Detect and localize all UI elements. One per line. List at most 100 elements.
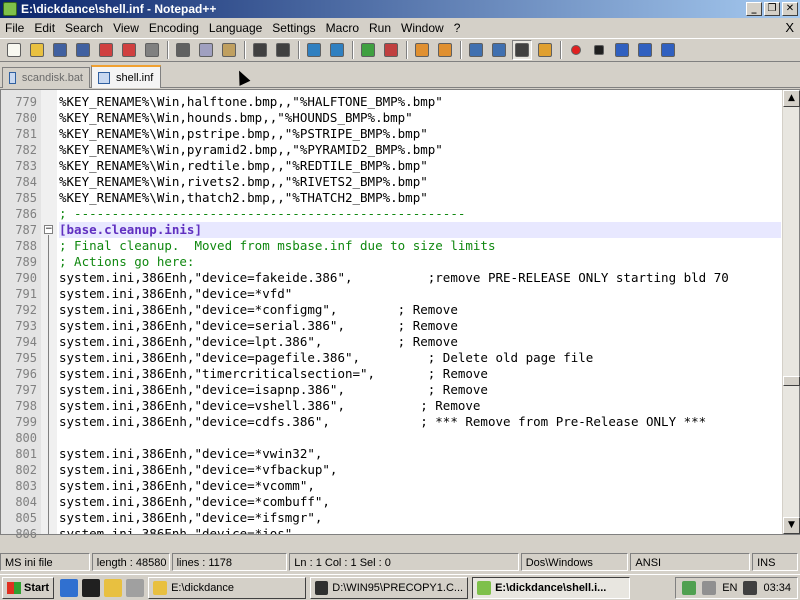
desktop-quicklaunch-icon[interactable] <box>126 578 145 597</box>
menu-window[interactable]: Window <box>396 18 449 38</box>
menu-file[interactable]: File <box>0 18 29 38</box>
code-line[interactable]: %KEY_RENAME%\Win,pyramid2.bmp,,"%PYRAMID… <box>59 142 781 158</box>
minimize-button[interactable]: _ <box>746 2 762 16</box>
scroll-up-button[interactable]: ▲ <box>783 90 800 107</box>
macro-panel-button[interactable] <box>535 40 555 60</box>
menu-macro[interactable]: Macro <box>321 18 364 38</box>
code-line[interactable]: %KEY_RENAME%\Win,hounds.bmp,,"%HOUNDS_BM… <box>59 110 781 126</box>
close-icon <box>99 43 113 57</box>
sync-h-button[interactable] <box>435 40 455 60</box>
code-line[interactable]: %KEY_RENAME%\Win,rivets2.bmp,,"%RIVETS2_… <box>59 174 781 190</box>
code-line[interactable]: system.ini,386Enh,"device=*combuff", <box>59 494 781 510</box>
close-all-button[interactable] <box>119 40 139 60</box>
code-line[interactable]: system.ini,386Enh,"device=*vcomm", <box>59 478 781 494</box>
zoom-out-button[interactable] <box>381 40 401 60</box>
task-explorer[interactable]: E:\dickdance <box>148 576 307 599</box>
app-tray-icon[interactable] <box>743 581 758 595</box>
code-line[interactable]: system.ini,386Enh,"timercriticalsection=… <box>59 366 781 382</box>
task-notepadpp[interactable]: E:\dickdance\shell.i... <box>472 576 631 599</box>
code-line[interactable]: %KEY_RENAME%\Win,redtile.bmp,,"%REDTILE_… <box>59 158 781 174</box>
code-line[interactable]: [base.cleanup.inis] <box>59 222 781 238</box>
new-file-icon <box>7 43 21 57</box>
save-button[interactable] <box>50 40 70 60</box>
dos-prompt-quicklaunch-icon[interactable] <box>82 578 101 597</box>
menu-edit[interactable]: Edit <box>29 18 60 38</box>
code-line[interactable]: %KEY_RENAME%\Win,thatch2.bmp,,"%THATCH2_… <box>59 190 781 206</box>
code-line[interactable]: %KEY_RENAME%\Win,pstripe.bmp,,"%PSTRIPE_… <box>59 126 781 142</box>
title-bar[interactable]: E:\dickdance\shell.inf - Notepad++ _ ❐ ✕ <box>0 0 800 18</box>
print-button[interactable] <box>142 40 162 60</box>
vertical-scrollbar[interactable]: ▲ ▼ <box>782 90 800 534</box>
paste-button[interactable] <box>219 40 239 60</box>
redo-button[interactable] <box>273 40 293 60</box>
sync-v-button[interactable] <box>412 40 432 60</box>
scroll-down-button[interactable]: ▼ <box>783 517 800 534</box>
code-line[interactable]: system.ini,386Enh,"device=*vwin32", <box>59 446 781 462</box>
fold-margin[interactable]: − <box>41 90 57 534</box>
ie-quicklaunch-icon[interactable] <box>60 578 79 597</box>
replace-icon <box>330 43 344 57</box>
zoom-in-button[interactable] <box>358 40 378 60</box>
line-number: 792 <box>15 303 37 317</box>
menu-view[interactable]: View <box>108 18 144 38</box>
code-line[interactable]: %KEY_RENAME%\Win,halftone.bmp,,"%HALFTON… <box>59 94 781 110</box>
status-mode: INS <box>752 553 799 571</box>
save-all-button[interactable] <box>73 40 93 60</box>
code-line[interactable]: system.ini,386Enh,"device=*ios", <box>59 526 781 534</box>
maximize-button[interactable]: ❐ <box>764 2 780 16</box>
tab-shell-inf[interactable]: shell.inf <box>91 65 161 88</box>
save-macro-button[interactable] <box>658 40 678 60</box>
drive-icon[interactable] <box>702 581 717 595</box>
close-document-icon[interactable]: X <box>785 18 794 38</box>
undo-button[interactable] <box>250 40 270 60</box>
code-line[interactable]: system.ini,386Enh,"device=vshell.386", ;… <box>59 398 781 414</box>
open-file-button[interactable] <box>27 40 47 60</box>
record-macro-button[interactable] <box>566 40 586 60</box>
stop-macro-button[interactable] <box>589 40 609 60</box>
code-line[interactable]: system.ini,386Enh,"device=fakeide.386", … <box>59 270 781 286</box>
editor-text[interactable]: %KEY_RENAME%\Win,halftone.bmp,,"%HALFTON… <box>59 90 781 534</box>
menu-help[interactable]: ? <box>449 18 466 38</box>
replace-button[interactable] <box>327 40 347 60</box>
close-button[interactable] <box>96 40 116 60</box>
code-line[interactable]: ; Final cleanup. Moved from msbase.inf d… <box>59 238 781 254</box>
task-dos-prompt[interactable]: D:\WIN95\PRECOPY1.C... <box>310 576 469 599</box>
copy-button[interactable] <box>196 40 216 60</box>
cut-button[interactable] <box>173 40 193 60</box>
code-line[interactable]: system.ini,386Enh,"device=pagefile.386",… <box>59 350 781 366</box>
play-macro-button[interactable] <box>612 40 632 60</box>
start-button[interactable]: Start <box>2 576 55 599</box>
menu-language[interactable]: Language <box>204 18 267 38</box>
code-line[interactable]: system.ini,386Enh,"device=*ifsmgr", <box>59 510 781 526</box>
code-line[interactable] <box>59 430 781 446</box>
explorer-quicklaunch-icon[interactable] <box>104 578 123 597</box>
close-button[interactable]: ✕ <box>782 2 798 16</box>
menu-search[interactable]: Search <box>60 18 108 38</box>
tab-scandisk-bat[interactable]: scandisk.bat <box>2 67 90 88</box>
line-number: 787 <box>15 223 37 237</box>
code-line[interactable]: system.ini,386Enh,"device=isapnp.386", ;… <box>59 382 781 398</box>
fold-toggle-icon[interactable]: − <box>44 225 53 234</box>
menu-settings[interactable]: Settings <box>267 18 320 38</box>
find-button[interactable] <box>304 40 324 60</box>
word-wrap-button[interactable] <box>466 40 486 60</box>
code-line[interactable]: ; --------------------------------------… <box>59 206 781 222</box>
code-line[interactable]: ; Actions go here: <box>59 254 781 270</box>
indent-guide-button[interactable] <box>512 40 532 60</box>
network-icon[interactable] <box>682 581 697 595</box>
scroll-thumb[interactable] <box>783 376 800 386</box>
show-all-chars-button[interactable] <box>489 40 509 60</box>
code-line[interactable]: system.ini,386Enh,"device=cdfs.386", ; *… <box>59 414 781 430</box>
new-file-button[interactable] <box>4 40 24 60</box>
code-line[interactable]: system.ini,386Enh,"device=*configmg", ; … <box>59 302 781 318</box>
menu-run[interactable]: Run <box>364 18 396 38</box>
code-line[interactable]: system.ini,386Enh,"device=*vfd" <box>59 286 781 302</box>
print-icon <box>145 43 159 57</box>
code-line[interactable]: system.ini,386Enh,"device=serial.386", ;… <box>59 318 781 334</box>
language-indicator[interactable]: EN <box>722 582 737 594</box>
run-macro-multiple-button[interactable] <box>635 40 655 60</box>
code-line[interactable]: system.ini,386Enh,"device=*vfbackup", <box>59 462 781 478</box>
editor-pane[interactable]: 779 780 781 782 783 784 785 786 787 788 789 790 791 7… <box>0 89 800 541</box>
menu-encoding[interactable]: Encoding <box>144 18 204 38</box>
code-line[interactable]: system.ini,386Enh,"device=lpt.386", ; Re… <box>59 334 781 350</box>
